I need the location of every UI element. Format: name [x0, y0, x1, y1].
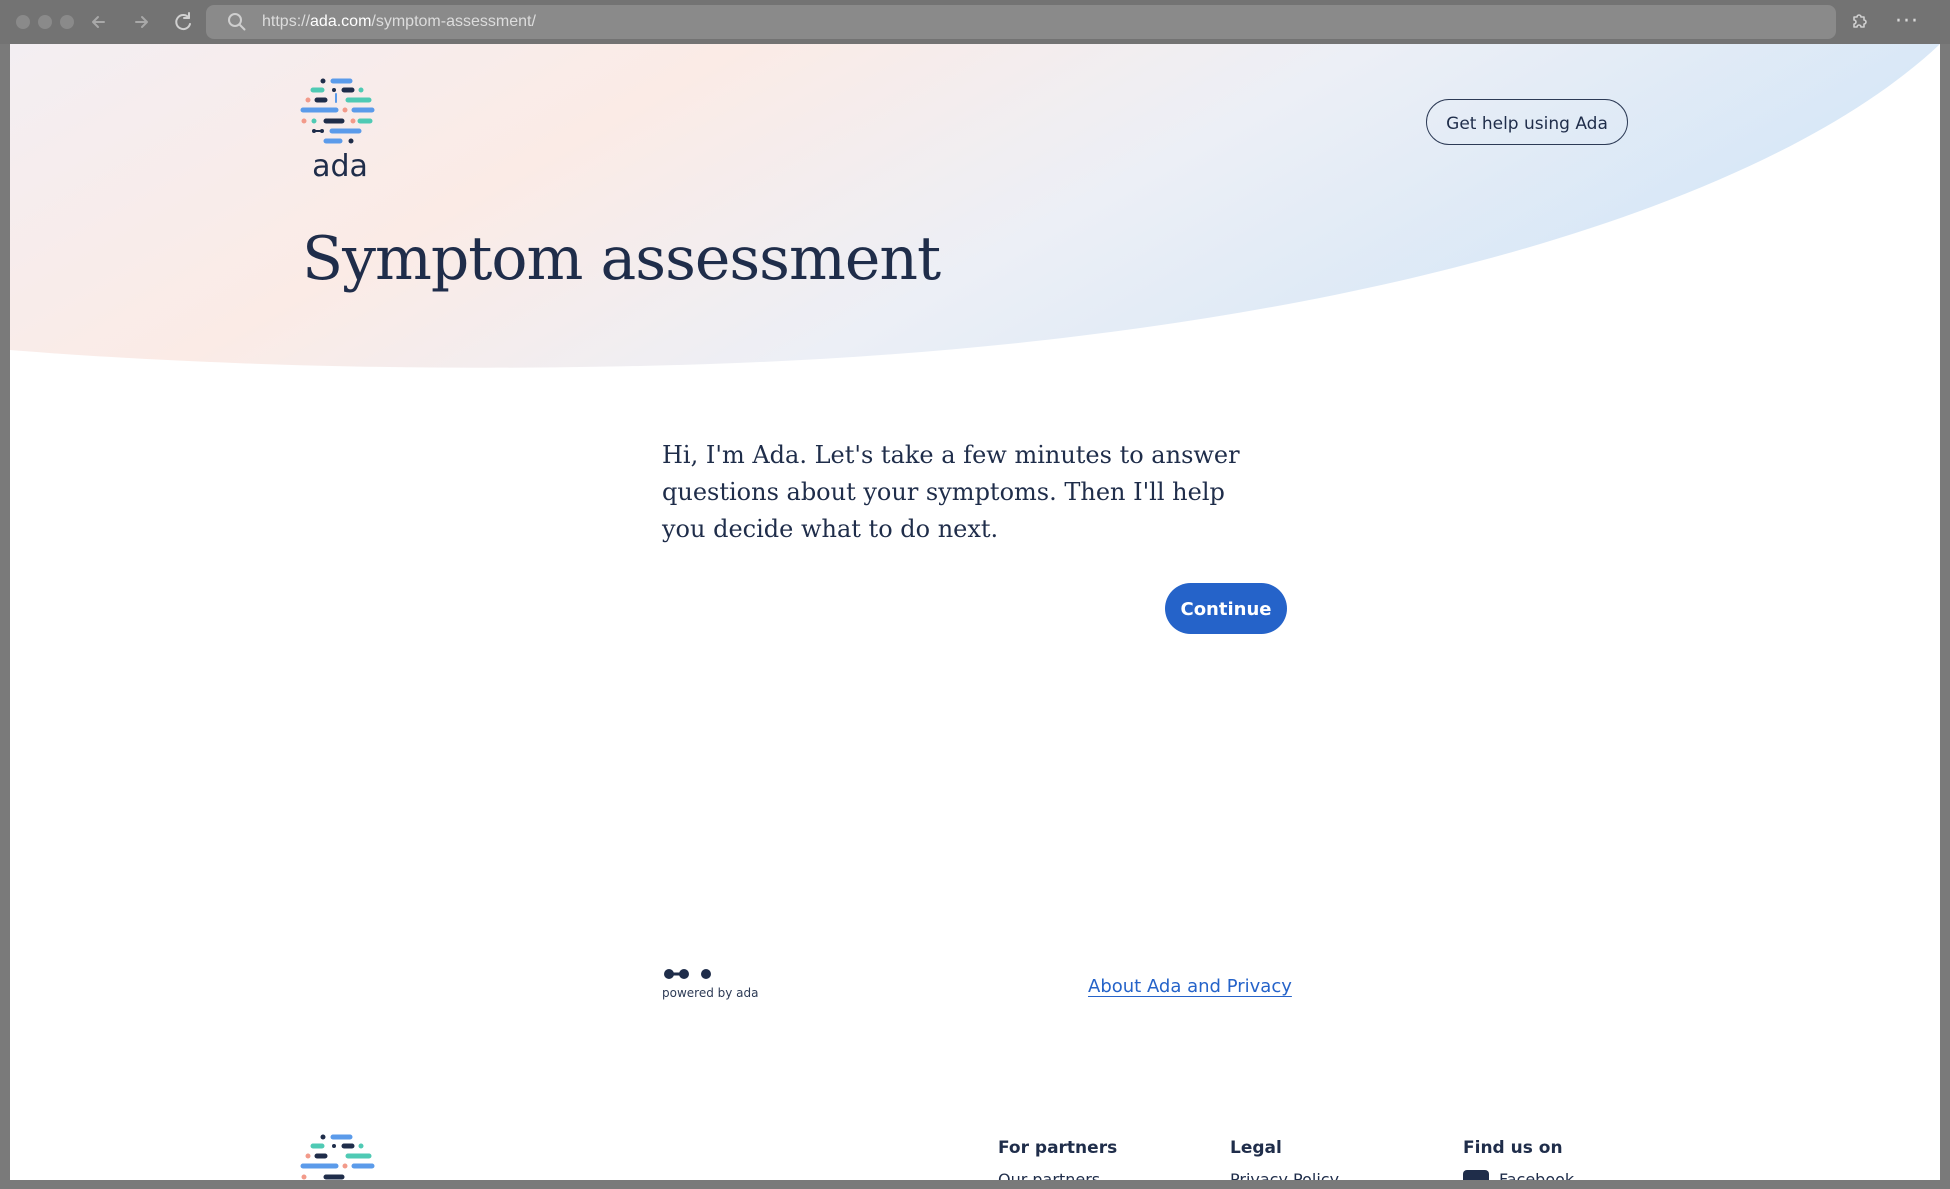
page-title: Symptom assessment: [302, 224, 941, 294]
url-text: https://ada.com/symptom-assessment/: [262, 5, 536, 39]
reload-icon[interactable]: [170, 9, 196, 35]
window-maximize-button[interactable]: [60, 15, 74, 29]
browser-chrome: https://ada.com/symptom-assessment/ ···: [0, 0, 1950, 44]
footer-link-privacy[interactable]: Privacy Policy: [1230, 1170, 1339, 1180]
facebook-icon[interactable]: [1463, 1170, 1489, 1180]
footer-heading-legal: Legal: [1230, 1138, 1282, 1158]
assistant-intro-text: Hi, I'm Ada. Let's take a few minutes to…: [662, 441, 1240, 543]
ada-logo[interactable]: ada: [300, 76, 380, 186]
get-help-button[interactable]: Get help using Ada: [1426, 99, 1628, 145]
powered-by-label: powered by ada: [662, 986, 759, 1000]
powered-by-dots-icon: [664, 969, 711, 979]
page-viewport: ada Get help using Ada Symptom assessmen…: [10, 44, 1940, 1180]
window-minimize-button[interactable]: [38, 15, 52, 29]
puzzle-icon[interactable]: [1848, 11, 1870, 33]
url-host: ada.com: [310, 13, 372, 30]
footer-heading-find-us: Find us on: [1463, 1138, 1563, 1158]
footer-heading-partners: For partners: [998, 1138, 1118, 1158]
arrow-left-icon[interactable]: [86, 9, 112, 35]
footer-link-partners[interactable]: Our partners: [998, 1170, 1100, 1180]
logo-wordmark: ada: [312, 149, 368, 184]
continue-button[interactable]: Continue: [1165, 583, 1287, 634]
url-path: /symptom-assessment/: [371, 13, 536, 30]
about-ada-privacy-link[interactable]: About Ada and Privacy: [1088, 976, 1292, 997]
arrow-right-icon[interactable]: [128, 9, 154, 35]
window-close-button[interactable]: [16, 15, 30, 29]
footer-link-facebook[interactable]: Facebook: [1499, 1170, 1574, 1180]
address-bar[interactable]: https://ada.com/symptom-assessment/: [206, 5, 1836, 39]
powered-by-ada: powered by ada: [662, 968, 759, 1000]
more-icon[interactable]: ···: [1892, 7, 1922, 37]
search-icon: [226, 11, 248, 33]
url-scheme: https://: [262, 13, 311, 30]
footer-ada-logo[interactable]: [300, 1132, 380, 1180]
